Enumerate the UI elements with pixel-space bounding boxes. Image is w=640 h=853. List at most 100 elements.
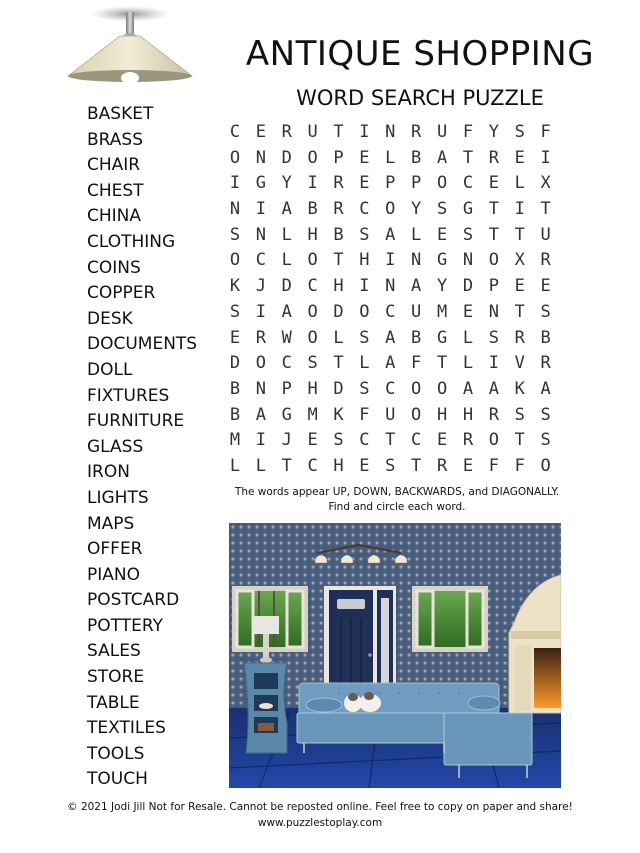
grid-letter[interactable]: A — [481, 377, 507, 403]
grid-letter[interactable]: F — [507, 454, 533, 480]
grid-letter[interactable]: P — [481, 274, 507, 300]
grid-letter[interactable]: H — [300, 377, 326, 403]
grid-letter[interactable]: I — [377, 248, 403, 274]
grid-letter[interactable]: S — [481, 326, 507, 352]
grid-letter[interactable]: G — [248, 171, 274, 197]
grid-letter[interactable]: T — [326, 351, 352, 377]
grid-letter[interactable]: S — [377, 454, 403, 480]
grid-letter[interactable]: U — [300, 120, 326, 146]
grid-letter[interactable]: H — [326, 274, 352, 300]
grid-letter[interactable]: U — [403, 300, 429, 326]
grid-letter[interactable]: A — [429, 146, 455, 172]
grid-letter[interactable]: I — [248, 428, 274, 454]
grid-letter[interactable]: Y — [403, 197, 429, 223]
grid-letter[interactable]: N — [455, 248, 481, 274]
grid-letter[interactable]: L — [248, 454, 274, 480]
grid-letter[interactable]: F — [403, 351, 429, 377]
grid-letter[interactable]: S — [507, 120, 533, 146]
grid-letter[interactable]: R — [533, 351, 559, 377]
grid-letter[interactable]: E — [429, 223, 455, 249]
grid-letter[interactable]: S — [326, 428, 352, 454]
grid-letter[interactable]: N — [481, 300, 507, 326]
grid-letter[interactable]: S — [351, 377, 377, 403]
grid-letter[interactable]: G — [455, 197, 481, 223]
grid-letter[interactable]: E — [248, 120, 274, 146]
grid-letter[interactable]: N — [377, 120, 403, 146]
grid-letter[interactable]: D — [326, 300, 352, 326]
grid-letter[interactable]: U — [533, 223, 559, 249]
grid-letter[interactable]: D — [326, 377, 352, 403]
grid-letter[interactable]: E — [481, 171, 507, 197]
grid-letter[interactable]: S — [222, 223, 248, 249]
grid-letter[interactable]: T — [481, 223, 507, 249]
grid-letter[interactable]: F — [455, 120, 481, 146]
grid-letter[interactable]: R — [274, 120, 300, 146]
grid-letter[interactable]: E — [351, 454, 377, 480]
grid-letter[interactable]: A — [533, 377, 559, 403]
grid-letter[interactable]: L — [507, 171, 533, 197]
grid-letter[interactable]: I — [300, 171, 326, 197]
grid-letter[interactable]: S — [222, 300, 248, 326]
grid-letter[interactable]: L — [455, 326, 481, 352]
grid-letter[interactable]: O — [403, 403, 429, 429]
grid-letter[interactable]: K — [507, 377, 533, 403]
grid-letter[interactable]: N — [248, 377, 274, 403]
grid-letter[interactable]: S — [533, 403, 559, 429]
grid-letter[interactable]: E — [429, 428, 455, 454]
grid-letter[interactable]: H — [455, 403, 481, 429]
grid-letter[interactable]: I — [351, 274, 377, 300]
grid-letter[interactable]: I — [351, 120, 377, 146]
grid-letter[interactable]: K — [326, 403, 352, 429]
grid-letter[interactable]: E — [507, 146, 533, 172]
grid-letter[interactable]: N — [403, 248, 429, 274]
grid-letter[interactable]: A — [377, 326, 403, 352]
grid-letter[interactable]: M — [429, 300, 455, 326]
grid-letter[interactable]: O — [429, 171, 455, 197]
grid-letter[interactable]: O — [403, 377, 429, 403]
grid-letter[interactable]: C — [300, 454, 326, 480]
grid-letter[interactable]: C — [222, 120, 248, 146]
grid-letter[interactable]: B — [222, 377, 248, 403]
grid-letter[interactable]: O — [222, 146, 248, 172]
grid-letter[interactable]: E — [222, 326, 248, 352]
grid-letter[interactable]: B — [222, 403, 248, 429]
grid-letter[interactable]: S — [429, 197, 455, 223]
grid-letter[interactable]: O — [300, 146, 326, 172]
grid-letter[interactable]: R — [403, 120, 429, 146]
grid-letter[interactable]: X — [533, 171, 559, 197]
grid-letter[interactable]: S — [300, 351, 326, 377]
grid-letter[interactable]: G — [429, 248, 455, 274]
grid-letter[interactable]: O — [300, 248, 326, 274]
grid-letter[interactable]: T — [507, 300, 533, 326]
grid-letter[interactable]: T — [403, 454, 429, 480]
grid-letter[interactable]: L — [274, 248, 300, 274]
grid-letter[interactable]: X — [507, 248, 533, 274]
grid-letter[interactable]: N — [248, 223, 274, 249]
grid-letter[interactable]: C — [377, 377, 403, 403]
grid-letter[interactable]: R — [248, 326, 274, 352]
grid-letter[interactable]: F — [533, 120, 559, 146]
grid-letter[interactable]: C — [403, 428, 429, 454]
grid-letter[interactable]: I — [533, 146, 559, 172]
grid-letter[interactable]: S — [455, 223, 481, 249]
grid-letter[interactable]: C — [300, 274, 326, 300]
grid-letter[interactable]: T — [507, 223, 533, 249]
grid-letter[interactable]: C — [274, 351, 300, 377]
grid-letter[interactable]: Y — [429, 274, 455, 300]
grid-letter[interactable]: B — [403, 146, 429, 172]
grid-letter[interactable]: S — [533, 428, 559, 454]
grid-letter[interactable]: T — [507, 428, 533, 454]
grid-letter[interactable]: L — [326, 326, 352, 352]
grid-letter[interactable]: B — [403, 326, 429, 352]
grid-letter[interactable]: C — [351, 197, 377, 223]
grid-letter[interactable]: E — [455, 454, 481, 480]
grid-letter[interactable]: I — [481, 351, 507, 377]
grid-letter[interactable]: O — [300, 326, 326, 352]
grid-letter[interactable]: R — [481, 146, 507, 172]
grid-letter[interactable]: T — [481, 197, 507, 223]
grid-letter[interactable]: A — [274, 197, 300, 223]
grid-letter[interactable]: T — [326, 248, 352, 274]
grid-letter[interactable]: M — [222, 428, 248, 454]
grid-letter[interactable]: E — [351, 146, 377, 172]
grid-letter[interactable]: A — [403, 274, 429, 300]
